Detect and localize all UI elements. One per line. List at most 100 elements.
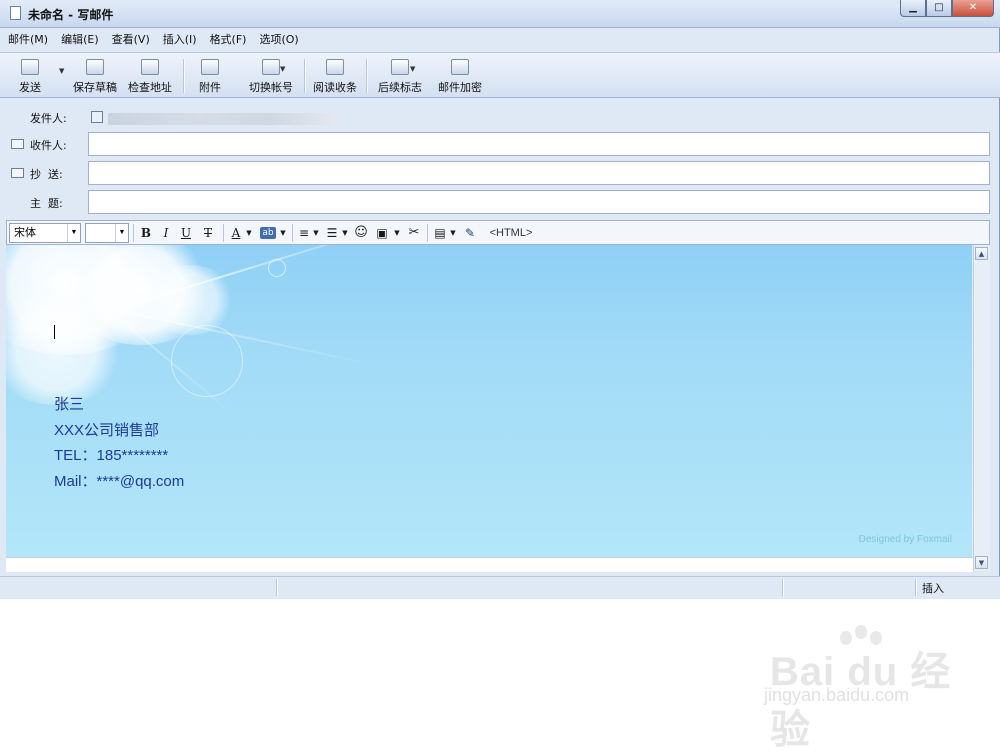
brush-icon[interactable]: ✎	[462, 224, 478, 242]
subject-input[interactable]	[88, 190, 990, 214]
image-icon[interactable]: ▣	[374, 224, 390, 242]
read-receipt-label: 阅读收条	[313, 81, 357, 94]
scroll-up-icon[interactable]: ▲	[975, 247, 988, 260]
switch-account-dropdown-icon[interactable]: ▼	[280, 65, 285, 73]
font-size-select[interactable]: ▼	[85, 223, 129, 243]
highlight-dropdown-icon[interactable]: ▼	[279, 224, 287, 242]
format-separator	[427, 224, 428, 242]
attachment-button[interactable]: 附件	[192, 57, 228, 95]
switch-account-button[interactable]: 切换帐号	[246, 57, 296, 95]
menu-format[interactable]: 格式(F)	[202, 29, 252, 51]
attachment-label: 附件	[199, 81, 221, 94]
menu-edit[interactable]: 编辑(E)	[53, 29, 104, 51]
stationery-dropdown-icon[interactable]: ▼	[449, 224, 457, 242]
chevron-down-icon: ▼	[67, 224, 80, 242]
menu-mail[interactable]: 邮件(M)	[0, 29, 53, 51]
toolbar-separator	[183, 59, 185, 93]
address-book-icon[interactable]	[11, 168, 24, 178]
title-bar[interactable]: 未命名 - 写邮件 ▁ □ ✕	[0, 0, 1000, 28]
format-separator	[223, 224, 224, 242]
cc-label: 抄 送:	[30, 168, 63, 181]
cc-input[interactable]	[88, 161, 990, 185]
menu-options[interactable]: 选项(O)	[251, 29, 303, 51]
stationery-credit: Designed by Foxmail	[858, 534, 952, 545]
minimize-button[interactable]: ▁	[900, 0, 926, 17]
to-label: 收件人:	[30, 139, 67, 152]
paperclip-icon	[201, 59, 219, 75]
menu-view[interactable]: 查看(V)	[104, 29, 155, 51]
main-toolbar: 发送 ▼ 保存草稿 检查地址 附件 切换帐号 ▼ 阅读收条 后续标志 ▼ 邮件加…	[0, 52, 1000, 98]
window-title: 未命名 - 写邮件	[28, 8, 114, 22]
html-mode-toggle[interactable]: <HTML>	[485, 224, 537, 242]
status-divider	[782, 579, 784, 596]
cc-row: 抄 送:	[0, 159, 1000, 187]
switch-account-label: 切换帐号	[249, 81, 293, 94]
save-draft-button[interactable]: 保存草稿	[70, 57, 120, 95]
message-body-editor[interactable]: 张三 XXX公司销售部 TEL：185******** Mail：****@qq…	[6, 245, 972, 557]
check-address-button[interactable]: 检查地址	[125, 57, 175, 95]
font-color-dropdown-icon[interactable]: ▼	[245, 224, 253, 242]
status-bar: 插入	[0, 576, 1000, 599]
baidu-jingyan-watermark: Bai du 经验 jingyan.baidu.com	[760, 625, 960, 752]
font-color-button[interactable]: A	[229, 224, 243, 242]
menu-insert[interactable]: 插入(I)	[155, 29, 202, 51]
underline-button[interactable]: U	[179, 224, 193, 242]
check-address-icon	[141, 59, 159, 75]
watermark-url: jingyan.baidu.com	[764, 685, 910, 705]
format-toolbar: 宋体 ▼ ▼ B I U T A ▼ ab ▼ ≡ ▼ ☰ ▼ ☺ ▣ ▼ ✂ …	[6, 220, 990, 245]
toolbar-separator	[304, 59, 306, 93]
subject-row: 主 题:	[0, 188, 1000, 216]
send-icon	[21, 59, 39, 75]
signature-name: 张三	[54, 396, 85, 413]
format-separator	[292, 224, 293, 242]
toolbar-separator	[366, 59, 368, 93]
lens-flare	[268, 259, 286, 277]
address-book-icon[interactable]	[11, 139, 24, 149]
menu-bar: 邮件(M) 编辑(E) 查看(V) 插入(I) 格式(F) 选项(O)	[0, 29, 1000, 51]
from-row: 发件人:	[0, 103, 1000, 131]
flag-icon	[391, 59, 409, 75]
align-dropdown-icon[interactable]: ▼	[312, 224, 320, 242]
strikethrough-button[interactable]: T	[201, 224, 215, 242]
status-divider	[276, 579, 278, 596]
bold-button[interactable]: B	[139, 224, 153, 242]
to-row: 收件人:	[0, 130, 1000, 158]
follow-up-label: 后续标志	[378, 81, 422, 94]
to-input[interactable]	[88, 132, 990, 156]
signature-phone: TEL：185********	[54, 447, 169, 464]
paw-icon	[855, 625, 867, 639]
scroll-down-icon[interactable]: ▼	[975, 556, 988, 569]
font-name-value: 宋体	[14, 227, 36, 239]
follow-up-button[interactable]: 后续标志	[375, 57, 425, 95]
send-dropdown-icon[interactable]: ▼	[59, 67, 64, 75]
sender-address[interactable]	[108, 113, 338, 125]
account-icon	[91, 111, 103, 123]
from-label: 发件人:	[30, 112, 67, 125]
scissors-icon[interactable]: ✂	[406, 224, 422, 242]
align-icon[interactable]: ≡	[297, 224, 311, 242]
check-address-label: 检查地址	[128, 81, 172, 94]
read-receipt-button[interactable]: 阅读收条	[310, 57, 360, 95]
send-button[interactable]: 发送	[10, 57, 50, 95]
insert-mode-indicator: 插入	[922, 582, 944, 595]
status-divider	[915, 579, 917, 596]
close-button[interactable]: ✕	[952, 0, 994, 17]
vertical-scrollbar[interactable]: ▲ ▼	[973, 245, 990, 571]
read-receipt-icon	[326, 59, 344, 75]
italic-button[interactable]: I	[159, 224, 173, 242]
stationery-icon[interactable]: ▤	[433, 224, 447, 242]
follow-up-dropdown-icon[interactable]: ▼	[410, 65, 415, 73]
font-name-select[interactable]: 宋体 ▼	[9, 223, 81, 243]
list-dropdown-icon[interactable]: ▼	[341, 224, 349, 242]
encrypt-button[interactable]: 邮件加密	[435, 57, 485, 95]
highlight-button[interactable]: ab	[260, 227, 276, 239]
editor-bottom-strip	[6, 557, 973, 572]
list-icon[interactable]: ☰	[325, 224, 339, 242]
maximize-button[interactable]: □	[926, 0, 952, 17]
document-icon	[10, 6, 21, 20]
image-dropdown-icon[interactable]: ▼	[393, 224, 401, 242]
emoji-icon[interactable]: ☺	[353, 224, 369, 242]
text-caret	[54, 325, 55, 339]
compose-window: 未命名 - 写邮件 ▁ □ ✕ 邮件(M) 编辑(E) 查看(V) 插入(I) …	[0, 0, 1000, 599]
encrypt-icon	[451, 59, 469, 75]
